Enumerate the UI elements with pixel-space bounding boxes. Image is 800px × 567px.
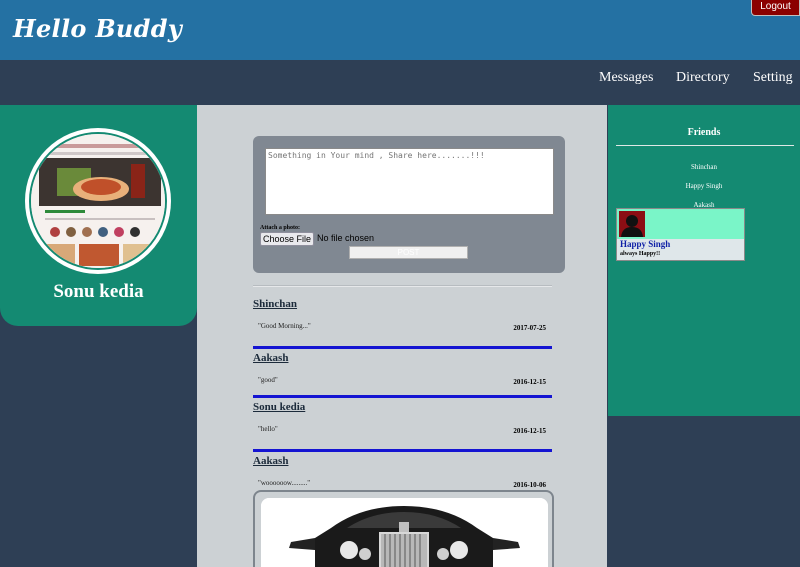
choose-file-button[interactable]: Choose File bbox=[260, 232, 314, 246]
post-image[interactable] bbox=[261, 498, 548, 567]
logout-button[interactable]: Logout bbox=[751, 0, 800, 16]
top-header: Hello Buddy Logout bbox=[0, 0, 800, 60]
status-textarea[interactable] bbox=[265, 148, 554, 215]
brand-logo[interactable]: Hello Buddy bbox=[13, 14, 182, 43]
post-date: 2016-12-15 bbox=[513, 427, 546, 435]
post-date: 2016-10-06 bbox=[513, 481, 546, 489]
profile-photo bbox=[29, 132, 167, 270]
post-button[interactable]: POST bbox=[349, 246, 468, 259]
friend-avatar bbox=[619, 211, 645, 237]
attach-photo-label: Attach a photo: bbox=[260, 225, 300, 231]
friend-item[interactable]: Happy Singh bbox=[608, 182, 800, 190]
post-author-link[interactable]: Sonu kedia bbox=[253, 401, 305, 413]
post-author-link[interactable]: Shinchan bbox=[253, 298, 297, 310]
post-author-link[interactable]: Aakash bbox=[253, 352, 288, 364]
profile-photo-image bbox=[31, 134, 165, 268]
friend-card-status: always Happy!! bbox=[620, 251, 661, 257]
post-image-frame bbox=[253, 490, 554, 567]
post-date: 2016-12-15 bbox=[513, 378, 546, 386]
post-separator bbox=[253, 395, 552, 398]
profile-name[interactable]: Sonu kedia bbox=[0, 281, 197, 303]
file-status-text: No file chosen bbox=[317, 233, 375, 243]
compose-box: Attach a photo: Choose File No file chos… bbox=[253, 136, 565, 273]
person-silhouette-icon bbox=[619, 211, 645, 237]
post-date: 2017-07-25 bbox=[513, 324, 546, 332]
nav-directory[interactable]: Directory bbox=[676, 70, 730, 86]
compose-divider bbox=[253, 285, 552, 287]
profile-avatar[interactable] bbox=[25, 128, 171, 274]
nav-setting[interactable]: Setting bbox=[753, 70, 793, 86]
car-photo bbox=[261, 498, 548, 567]
nav-messages[interactable]: Messages bbox=[599, 70, 653, 86]
friend-card-name[interactable]: Happy Singh bbox=[620, 239, 670, 249]
post-text: "hello" bbox=[258, 425, 278, 433]
feed-column: Attach a photo: Choose File No file chos… bbox=[197, 105, 607, 567]
post-separator bbox=[253, 449, 552, 452]
post-text: "Good Morning..." bbox=[258, 322, 311, 330]
friends-divider bbox=[616, 145, 794, 146]
post-separator bbox=[253, 346, 552, 349]
friend-hover-card[interactable]: Happy Singh always Happy!! bbox=[616, 208, 745, 261]
post-author-link[interactable]: Aakash bbox=[253, 455, 288, 467]
nav-bar: Messages Directory Setting bbox=[0, 60, 800, 105]
post-text: "woooooow........." bbox=[258, 479, 311, 487]
friends-title: Friends bbox=[687, 127, 721, 138]
friend-item[interactable]: Shinchan bbox=[608, 163, 800, 171]
post-text: "good" bbox=[258, 376, 278, 384]
profile-card: Sonu kedia bbox=[0, 105, 197, 326]
friend-card-header bbox=[617, 209, 744, 239]
